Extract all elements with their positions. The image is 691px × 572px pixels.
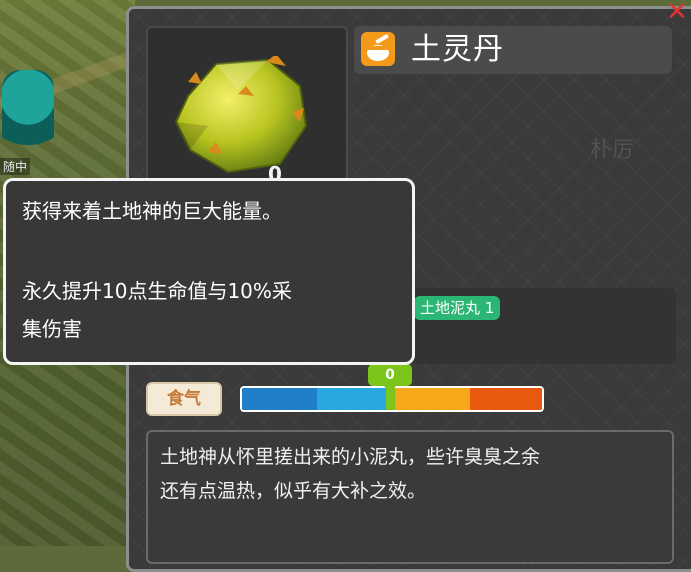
food-qi-marker-arrow xyxy=(384,386,396,394)
qi-segment-2 xyxy=(317,388,386,410)
close-button[interactable]: ✕ xyxy=(662,0,691,25)
panel-watermark: 朴厉 xyxy=(590,138,635,163)
item-description: 土地神从怀里搓出来的小泥丸，些许臭臭之余 还有点温热，似乎有大补之效。 xyxy=(160,446,541,502)
qi-segment-1 xyxy=(242,388,317,410)
tooltip-line-2: 永久提升10点生命值与10%采 xyxy=(22,279,292,303)
qi-segment-5 xyxy=(470,388,542,410)
food-bowl-icon xyxy=(361,32,395,66)
npc-character[interactable] xyxy=(2,70,54,160)
tooltip-line-1: 获得来着土地神的巨大能量。 xyxy=(22,199,282,223)
npc-name-label: 随中 xyxy=(0,158,31,175)
food-qi-value-marker: 0 xyxy=(368,364,412,386)
item-title-bar xyxy=(354,26,672,74)
item-name: 土灵丹 xyxy=(411,32,504,67)
recipe-tag[interactable]: 土地泥丸 1 xyxy=(414,296,501,320)
earth-pill-icon xyxy=(174,56,308,174)
qi-segment-4 xyxy=(395,388,470,410)
food-qi-label: 食气 xyxy=(146,382,222,416)
tooltip-line-3: 集伤害 xyxy=(22,317,82,341)
